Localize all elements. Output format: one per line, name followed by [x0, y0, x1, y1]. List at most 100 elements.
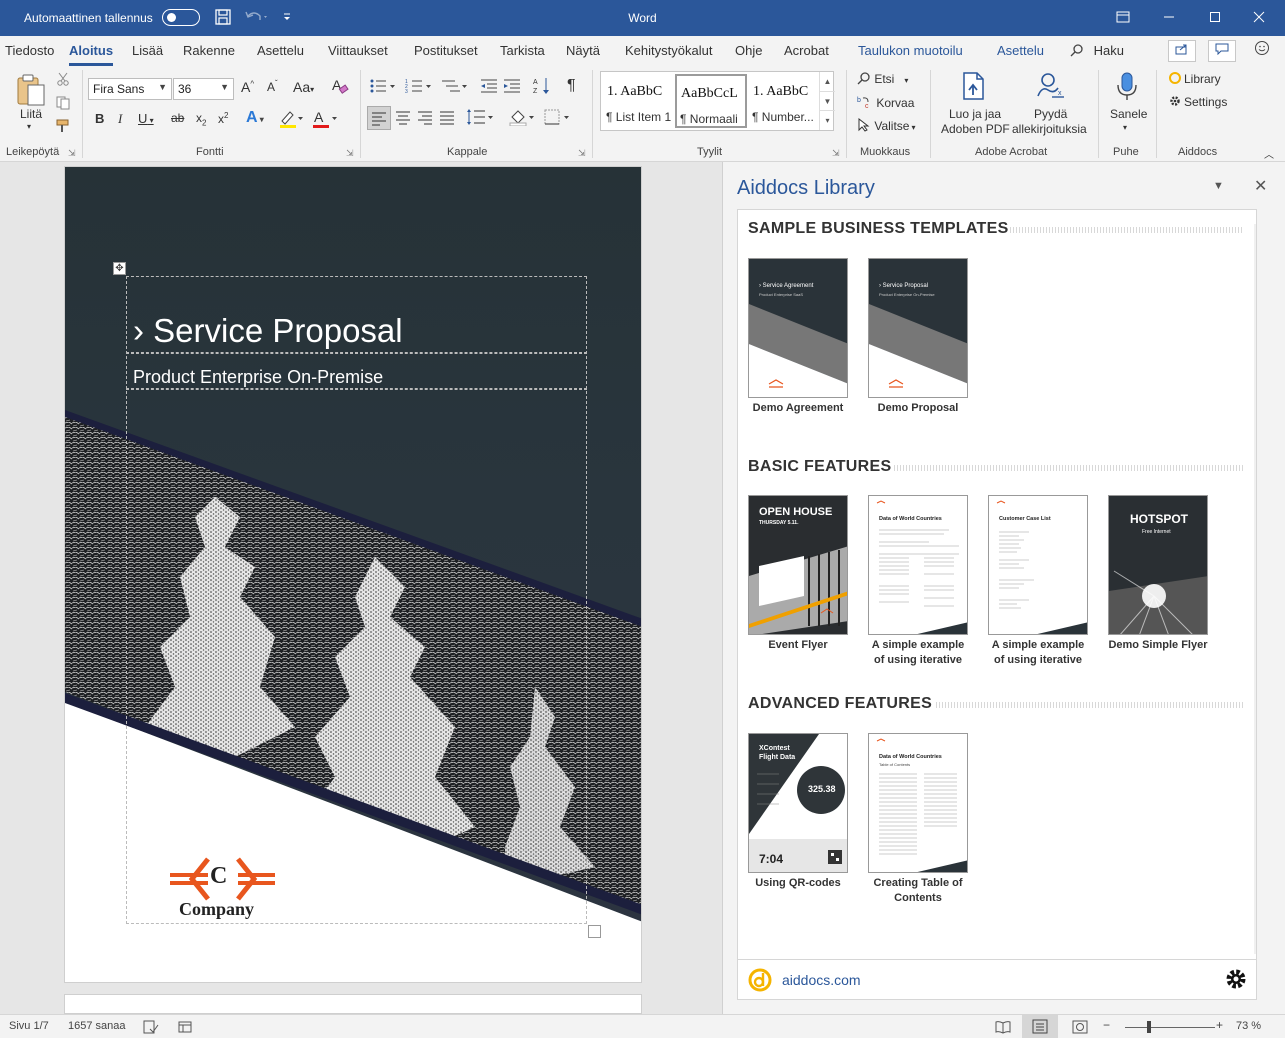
tab-developer[interactable]: Kehitystyökalut — [625, 43, 712, 58]
document-title[interactable]: › Service Proposal — [133, 312, 403, 350]
zoom-out-icon[interactable]: − — [1103, 1018, 1110, 1032]
replace-button[interactable]: bc Korvaa — [857, 95, 914, 110]
text-effects-icon[interactable]: A ▾ — [246, 109, 264, 127]
change-case-icon[interactable]: Aa▾ — [293, 79, 314, 95]
style-number[interactable]: 1. AaBbC ¶ Number... — [749, 74, 821, 128]
tab-acrobat[interactable]: Acrobat — [784, 43, 829, 58]
close-icon[interactable] — [1244, 6, 1274, 30]
grow-font-icon[interactable]: A^ — [241, 79, 254, 95]
tab-table-design[interactable]: Taulukon muotoilu — [858, 43, 963, 58]
word-count[interactable]: 1657 sanaa — [68, 1020, 126, 1032]
highlight-color-icon[interactable] — [278, 109, 304, 132]
web-layout-icon[interactable] — [1072, 1020, 1088, 1037]
styles-launcher-icon[interactable]: ⇲ — [832, 148, 840, 159]
tab-references[interactable]: Viittaukset — [328, 43, 388, 58]
style-normal[interactable]: AaBbCcL ¶ Normaali — [675, 74, 747, 128]
gear-icon[interactable] — [1224, 967, 1248, 994]
chevron-down-icon[interactable]: ▼ — [820, 91, 835, 110]
font-size-combo[interactable]: 36 ▼ — [173, 78, 234, 100]
font-name-combo[interactable]: Fira Sans ▼ — [88, 78, 172, 100]
dictate-label[interactable]: Sanele — [1110, 107, 1147, 121]
multilevel-list-icon[interactable] — [441, 78, 469, 97]
template-item[interactable]: › Service Proposal Product Enterprise On… — [868, 258, 968, 431]
create-pdf-label-2[interactable]: Adoben PDF — [941, 122, 1010, 136]
autosave-toggle[interactable] — [162, 9, 200, 26]
request-signature-label-2[interactable]: allekirjoituksia — [1012, 122, 1087, 136]
document-page[interactable]: C Company › Service Proposal Product Ent… — [64, 166, 642, 983]
print-layout-icon[interactable] — [1022, 1015, 1058, 1038]
search-box[interactable]: Haku — [1070, 43, 1124, 58]
comments-icon[interactable] — [1208, 40, 1236, 62]
close-pane-icon[interactable]: ✕ — [1254, 176, 1267, 196]
strikethrough-icon[interactable]: ab — [171, 111, 184, 125]
format-painter-icon[interactable] — [56, 119, 70, 136]
request-signature-icon[interactable]: x — [1034, 72, 1066, 107]
tab-insert[interactable]: Lisää — [132, 43, 163, 58]
chevron-down-icon[interactable]: ▼ — [1213, 180, 1224, 192]
dictate-dropdown-icon[interactable]: ▾ — [1123, 123, 1127, 132]
justify-icon[interactable] — [436, 106, 458, 131]
collapse-ribbon-icon[interactable]: ︿ — [1264, 146, 1274, 161]
zoom-slider-thumb[interactable] — [1147, 1021, 1151, 1033]
document-subtitle[interactable]: Product Enterprise On-Premise — [133, 367, 383, 388]
settings-button[interactable]: Settings — [1169, 95, 1227, 109]
select-button[interactable]: Valitse ▾ — [857, 117, 916, 133]
underline-icon[interactable]: U ▾ — [138, 111, 154, 126]
tab-view[interactable]: Näytä — [566, 43, 600, 58]
tab-layout[interactable]: Asettelu — [257, 43, 304, 58]
library-button[interactable]: Library — [1169, 72, 1221, 86]
subscript-icon[interactable]: x2 — [196, 111, 206, 127]
read-mode-icon[interactable] — [995, 1020, 1011, 1037]
tab-mailings[interactable]: Postitukset — [414, 43, 478, 58]
italic-icon[interactable]: I — [118, 111, 122, 127]
template-item[interactable]: HOTSPOT Free Internet Demo Simple Flyer — [1108, 495, 1208, 668]
template-item[interactable]: XContest Flight Data 325.38 7:04 Using Q… — [748, 733, 848, 906]
styles-scroll[interactable]: ▲ ▼ ▾ — [819, 72, 835, 130]
aiddocs-link[interactable]: aiddocs.com — [782, 972, 861, 988]
tab-help[interactable]: Ohje — [735, 43, 762, 58]
font-color-icon[interactable]: A — [312, 109, 338, 132]
cut-icon[interactable] — [56, 72, 70, 89]
tab-design[interactable]: Rakenne — [183, 43, 235, 58]
table-move-handle-icon[interactable]: ✥ — [113, 262, 126, 275]
save-icon[interactable] — [214, 8, 232, 29]
clipboard-launcher-icon[interactable]: ⇲ — [68, 148, 76, 159]
numbering-icon[interactable]: 123 — [405, 78, 433, 97]
zoom-slider[interactable] — [1125, 1027, 1215, 1028]
zoom-level[interactable]: 73 % — [1236, 1020, 1261, 1032]
customize-qat-icon[interactable] — [282, 10, 292, 27]
increase-indent-icon[interactable] — [503, 78, 521, 97]
paste-label[interactable]: Liitä — [20, 107, 42, 121]
share-icon[interactable] — [1168, 40, 1196, 62]
zoom-in-icon[interactable]: + — [1216, 1018, 1223, 1032]
proofing-icon[interactable] — [143, 1020, 159, 1037]
library-scrollbar[interactable]: ︿ ﹀ — [1254, 224, 1256, 954]
template-item[interactable]: Customer Case List A simple example of u… — [988, 495, 1088, 668]
show-formatting-icon[interactable]: ¶ — [567, 77, 576, 95]
decrease-indent-icon[interactable] — [480, 78, 498, 97]
request-signature-label-1[interactable]: Pyydä — [1034, 107, 1067, 121]
accessibility-icon[interactable] — [178, 1020, 194, 1037]
template-item[interactable]: OPEN HOUSE THURSDAY 5.11. Event Flyer — [748, 495, 848, 668]
tab-table-layout[interactable]: Asettelu — [997, 43, 1044, 58]
minimize-icon[interactable] — [1154, 6, 1184, 30]
bullets-icon[interactable] — [369, 78, 397, 97]
borders-icon[interactable] — [543, 108, 573, 129]
paste-dropdown-icon[interactable]: ▾ — [27, 122, 31, 131]
page-indicator[interactable]: Sivu 1/7 — [9, 1020, 49, 1032]
tab-review[interactable]: Tarkista — [500, 43, 545, 58]
template-item[interactable]: › Service Agreement Product Enterprise S… — [748, 258, 848, 431]
tab-home[interactable]: Aloitus — [69, 43, 114, 66]
smiley-feedback-icon[interactable] — [1248, 40, 1276, 62]
template-item[interactable]: Data of World Countries Table of Content… — [868, 733, 968, 906]
align-left-icon[interactable] — [367, 106, 391, 130]
table-resize-handle[interactable] — [588, 925, 601, 938]
font-launcher-icon[interactable]: ⇲ — [346, 148, 354, 159]
paragraph-launcher-icon[interactable]: ⇲ — [578, 148, 586, 159]
ribbon-display-icon[interactable] — [1108, 6, 1138, 30]
clear-formatting-icon[interactable]: A — [331, 77, 349, 98]
undo-icon[interactable] — [244, 8, 270, 29]
align-center-icon[interactable] — [392, 106, 414, 131]
copy-icon[interactable] — [56, 96, 70, 113]
superscript-icon[interactable]: x2 — [218, 111, 228, 126]
